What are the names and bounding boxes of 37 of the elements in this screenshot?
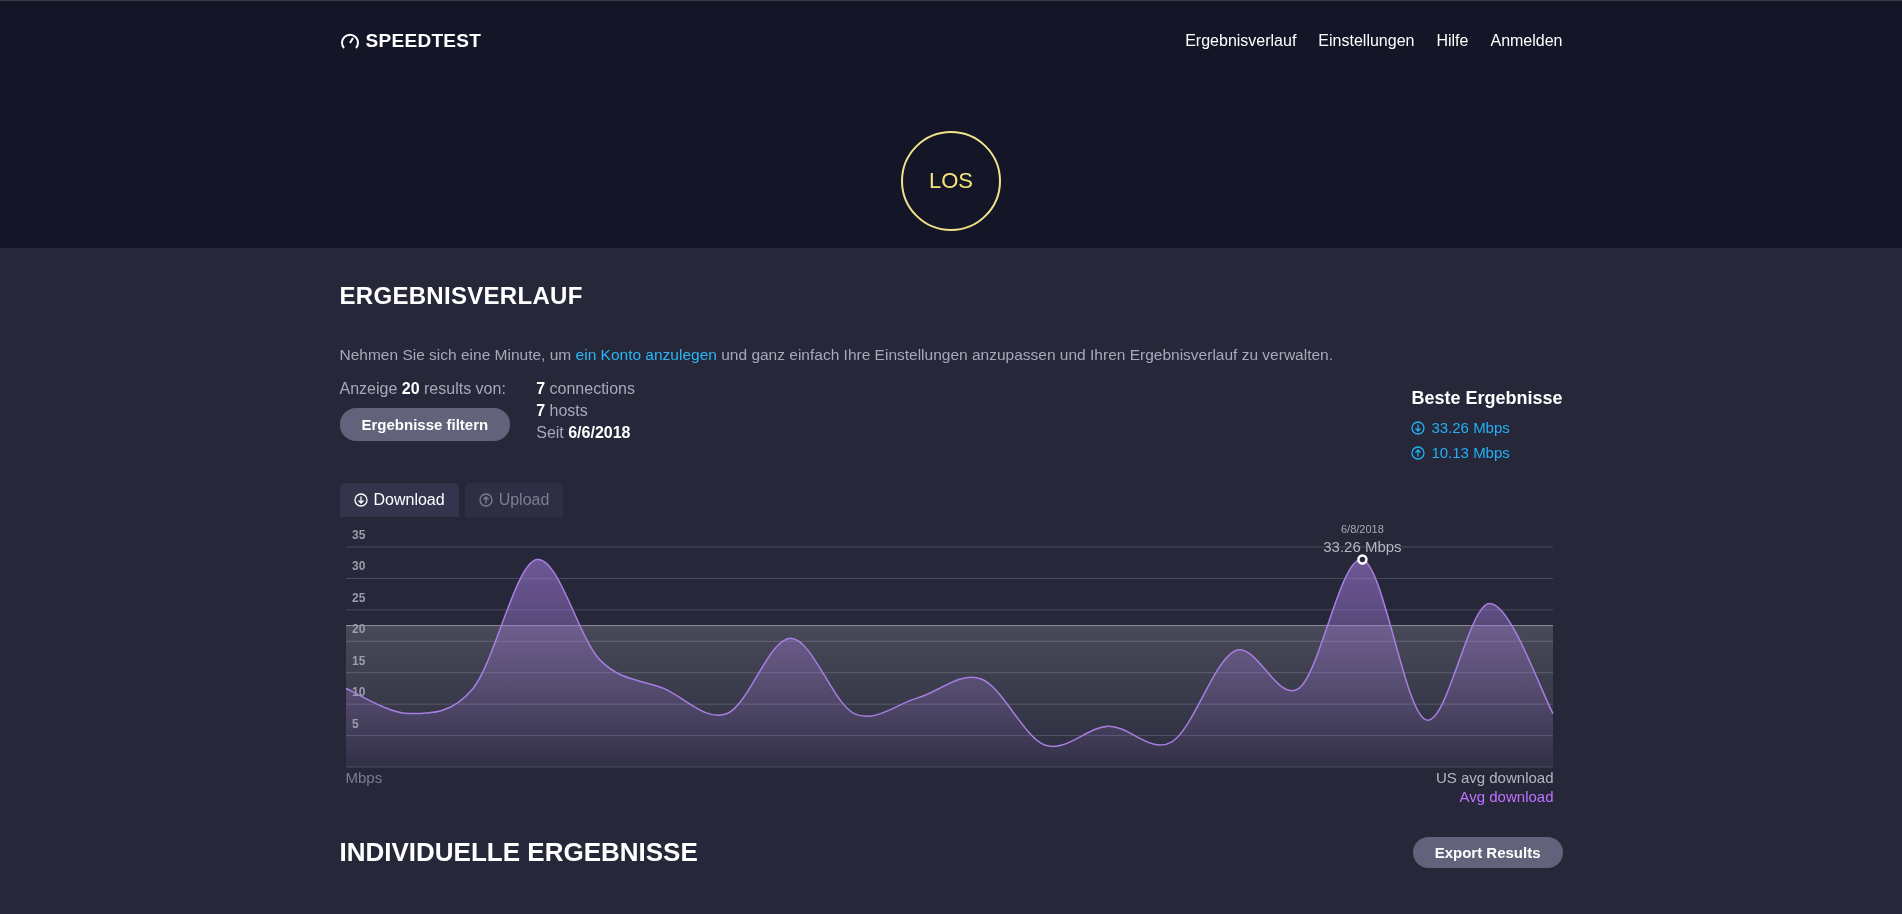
nav-link[interactable]: Einstellungen xyxy=(1318,32,1415,50)
stat-text: 7 connections xyxy=(536,380,635,398)
filter-button[interactable]: Ergebnisse filtern xyxy=(339,408,511,441)
axis-tick-label: 25 xyxy=(351,590,365,605)
highlight-point[interactable] xyxy=(1356,554,1368,565)
chart-tab[interactable]: Download xyxy=(339,483,459,517)
legend-label: Avg download xyxy=(1459,788,1554,805)
legend-label: US avg download xyxy=(1435,769,1554,786)
download-icon xyxy=(353,493,368,507)
axis-tick-label: 5 xyxy=(351,716,359,731)
stat-text: Seit 6/6/2018 xyxy=(536,424,632,442)
logo-text[interactable]: SPEEDTEST xyxy=(365,30,482,52)
best-value: 33.26 Mbps xyxy=(1431,419,1510,436)
tooltip-date: 6/8/2018 xyxy=(1340,523,1384,535)
axis-tick-label: 15 xyxy=(351,653,365,668)
export-button[interactable]: Export Results xyxy=(1412,837,1563,868)
go-button[interactable]: LOS xyxy=(901,131,1001,231)
stat-text: 7 hosts xyxy=(536,402,589,420)
tooltip-value: 33.26 Mbps xyxy=(1322,538,1402,555)
download-icon xyxy=(1411,420,1426,435)
section-title: INDIVIDUELLE ERGEBNISSE xyxy=(339,837,698,868)
gauge-icon xyxy=(339,32,360,50)
upload-icon xyxy=(478,493,493,507)
nav-link[interactable]: Anmelden xyxy=(1490,32,1563,50)
upload-icon xyxy=(1411,445,1426,460)
best-results-title: Beste Ergebnisse xyxy=(1411,388,1563,409)
best-value: 10.13 Mbps xyxy=(1431,444,1510,461)
axis-tick-label: 20 xyxy=(351,622,365,637)
intro-text: Nehmen Sie sich eine Minute, um ein Konto anzulegen und ganz einfach Ihre Einstellungen anzupassen und Ihren Ergebnisverlauf zu verwalten. xyxy=(339,346,1334,364)
axis-tick-label: 30 xyxy=(351,559,365,574)
axis-tick-label: 35 xyxy=(351,528,365,542)
nav-link[interactable]: Ergebnisverlauf xyxy=(1185,32,1297,50)
create-account-link[interactable]: ein Konto anzulegen xyxy=(575,346,717,363)
results-count: Anzeige 20 results von: xyxy=(339,380,506,398)
nav-link[interactable]: Hilfe xyxy=(1436,32,1469,50)
section-title: ERGEBNISVERLAUF xyxy=(339,282,584,310)
unit-label: Mbps xyxy=(345,769,383,788)
